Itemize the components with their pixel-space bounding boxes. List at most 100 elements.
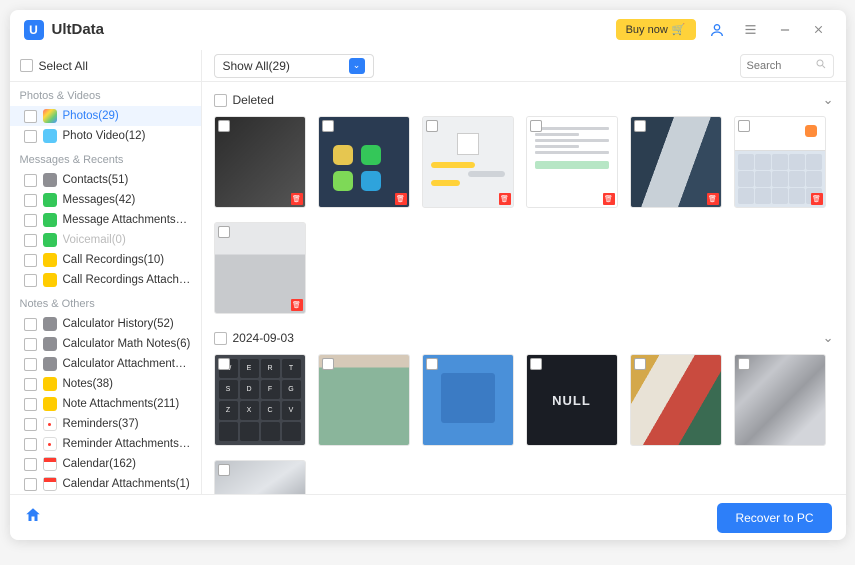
thumb-checkbox[interactable]: [322, 358, 334, 370]
select-all-row[interactable]: Select All: [10, 50, 201, 82]
cart-icon: 🛒: [672, 23, 686, 36]
ic-calendar-icon: [43, 457, 57, 471]
sidebar-item-checkbox[interactable]: [24, 378, 37, 391]
sidebar-item-label: Reminders(37): [63, 418, 139, 430]
sidebar-item[interactable]: Notes(38): [10, 374, 201, 394]
sidebar-item-checkbox[interactable]: [24, 234, 37, 247]
sidebar-item-checkbox[interactable]: [24, 110, 37, 123]
deleted-badge-icon: 🗑: [499, 193, 511, 205]
photo-thumb[interactable]: [630, 354, 722, 446]
sidebar-item-label: Reminder Attachments(27): [63, 438, 191, 450]
photo-thumb[interactable]: 🗑: [214, 116, 306, 208]
chevron-down-icon[interactable]: ⌄: [823, 330, 834, 346]
sidebar-item-label: Note Attachments(211): [63, 398, 180, 410]
sidebar-item[interactable]: Calendar Attachments(1): [10, 474, 201, 494]
sidebar-item-checkbox[interactable]: [24, 174, 37, 187]
sidebar-item[interactable]: Call Recordings Attachment...: [10, 270, 201, 290]
sidebar-item-checkbox[interactable]: [24, 214, 37, 227]
close-icon[interactable]: [806, 17, 832, 43]
photo-thumb[interactable]: 🗑: [630, 116, 722, 208]
thumb-checkbox[interactable]: [218, 226, 230, 238]
sidebar-item-checkbox[interactable]: [24, 438, 37, 451]
sidebar-item[interactable]: Calculator Math Notes(6): [10, 334, 201, 354]
photo-thumb[interactable]: WERTSDFGZXCV: [214, 354, 306, 446]
thumb-checkbox[interactable]: [426, 120, 438, 132]
deleted-badge-icon: 🗑: [811, 193, 823, 205]
sidebar-scroll[interactable]: Photos & VideosPhotos(29)Photo Video(12)…: [10, 82, 201, 494]
thumb-checkbox[interactable]: [218, 358, 230, 370]
hamburger-icon[interactable]: [738, 17, 764, 43]
sidebar-item[interactable]: Calendar(162): [10, 454, 201, 474]
thumb-checkbox[interactable]: [530, 358, 542, 370]
content: Show All(29) ⌄ Deleted⌄🗑🗑🗑🗑🗑🗑🗑2024-09-03…: [202, 50, 846, 494]
sidebar-item[interactable]: Contacts(51): [10, 170, 201, 190]
thumb-checkbox[interactable]: [738, 358, 750, 370]
thumb-checkbox[interactable]: [634, 358, 646, 370]
photo-thumb[interactable]: 🗑: [318, 116, 410, 208]
section-title: 2024-09-03: [233, 331, 294, 345]
sidebar-item[interactable]: Reminder Attachments(27): [10, 434, 201, 454]
photo-thumb[interactable]: 🗑: [214, 222, 306, 314]
photo-thumb[interactable]: [734, 354, 826, 446]
sidebar-item-checkbox[interactable]: [24, 338, 37, 351]
app-title: UltData: [52, 21, 105, 38]
select-all-checkbox[interactable]: [20, 59, 33, 72]
photo-thumb[interactable]: [422, 354, 514, 446]
photo-thumb[interactable]: 🗑: [734, 116, 826, 208]
sidebar-item[interactable]: Photo Video(12): [10, 126, 201, 146]
sidebar-item-checkbox[interactable]: [24, 358, 37, 371]
sidebar-item[interactable]: Calculator Attachments(30): [10, 354, 201, 374]
sidebar-item[interactable]: Messages(42): [10, 190, 201, 210]
home-button[interactable]: [24, 506, 48, 530]
photo-thumb[interactable]: [214, 460, 306, 494]
sidebar-item-checkbox[interactable]: [24, 398, 37, 411]
thumb-checkbox[interactable]: [530, 120, 542, 132]
section-head[interactable]: 2024-09-03 ⌄: [214, 328, 834, 354]
sidebar-item[interactable]: Photos(29): [10, 106, 201, 126]
minimize-icon[interactable]: [772, 17, 798, 43]
thumb-checkbox[interactable]: [634, 120, 646, 132]
filter-select[interactable]: Show All(29) ⌄: [214, 54, 374, 78]
sidebar-group-head: Notes & Others: [10, 290, 201, 314]
user-icon[interactable]: [704, 17, 730, 43]
chevron-down-icon[interactable]: ⌄: [823, 92, 834, 108]
photo-thumb[interactable]: 🗑: [422, 116, 514, 208]
sidebar-item-checkbox[interactable]: [24, 318, 37, 331]
sidebar-item[interactable]: Calculator History(52): [10, 314, 201, 334]
section-checkbox[interactable]: [214, 332, 227, 345]
search-input[interactable]: [747, 60, 815, 72]
ic-voicemail-icon: [43, 233, 57, 247]
sidebar-item[interactable]: Voicemail(0): [10, 230, 201, 250]
photo-thumb[interactable]: 🗑: [526, 116, 618, 208]
sidebar-item-checkbox[interactable]: [24, 254, 37, 267]
photo-thumb[interactable]: [318, 354, 410, 446]
sidebar-item-checkbox[interactable]: [24, 130, 37, 143]
sidebar-item-checkbox[interactable]: [24, 478, 37, 491]
thumb-checkbox[interactable]: [218, 120, 230, 132]
thumb-checkbox[interactable]: [322, 120, 334, 132]
sidebar-item[interactable]: Call Recordings(10): [10, 250, 201, 270]
sidebar-item-checkbox[interactable]: [24, 194, 37, 207]
ic-calc-icon: [43, 337, 57, 351]
search-box[interactable]: [740, 54, 834, 78]
buy-now-button[interactable]: Buy now 🛒: [616, 19, 696, 40]
thumb-checkbox[interactable]: [738, 120, 750, 132]
sidebar-group-head: Messages & Recents: [10, 146, 201, 170]
section-head[interactable]: Deleted⌄: [214, 90, 834, 116]
sidebar-item[interactable]: Note Attachments(211): [10, 394, 201, 414]
thumb-row: [214, 460, 834, 494]
sidebar-item-label: Notes(38): [63, 378, 114, 390]
sidebar-item[interactable]: Reminders(37): [10, 414, 201, 434]
thumb-checkbox[interactable]: [218, 464, 230, 476]
photo-thumb[interactable]: NULL: [526, 354, 618, 446]
sidebar-item[interactable]: Message Attachments(16): [10, 210, 201, 230]
sidebar-item-checkbox[interactable]: [24, 458, 37, 471]
gallery[interactable]: Deleted⌄🗑🗑🗑🗑🗑🗑🗑2024-09-03⌄WERTSDFGZXCVNU…: [202, 82, 846, 494]
sidebar-item-checkbox[interactable]: [24, 418, 37, 431]
filter-select-label: Show All(29): [223, 59, 290, 73]
section-checkbox[interactable]: [214, 94, 227, 107]
thumb-checkbox[interactable]: [426, 358, 438, 370]
sidebar-item-checkbox[interactable]: [24, 274, 37, 287]
select-all-label: Select All: [39, 59, 88, 73]
recover-button[interactable]: Recover to PC: [717, 503, 831, 533]
